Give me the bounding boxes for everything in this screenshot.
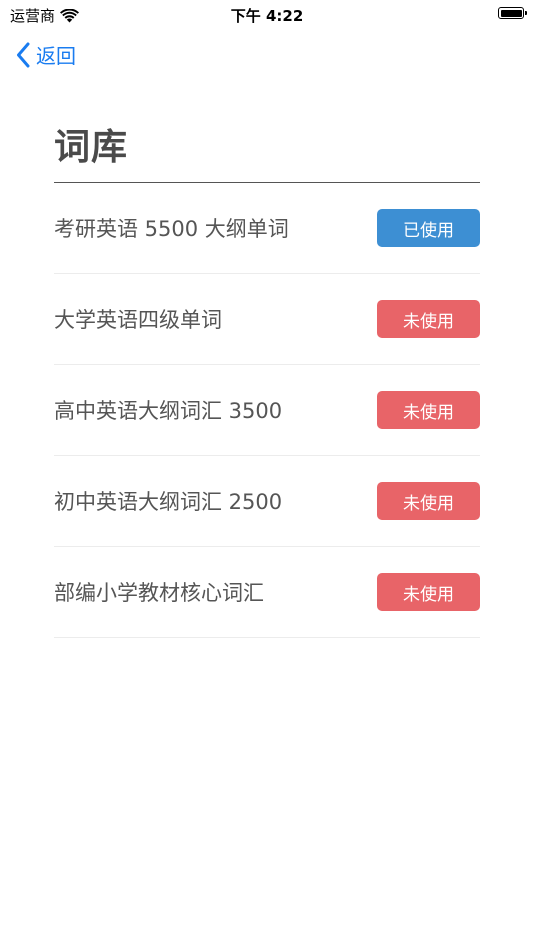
status-button-unused[interactable]: 未使用 [377, 573, 480, 611]
wordbank-name: 部编小学教材核心词汇 [54, 581, 264, 605]
status-button-used[interactable]: 已使用 [377, 209, 480, 247]
status-time: 下午 4:22 [230, 7, 304, 25]
status-button-unused[interactable]: 未使用 [377, 482, 480, 520]
list-item: 考研英语 5500 大纲单词 已使用 [54, 183, 480, 274]
wordbank-name: 大学英语四级单词 [54, 308, 222, 332]
wordbank-list: 考研英语 5500 大纲单词 已使用 大学英语四级单词 未使用 高中英语大纲词汇… [54, 183, 480, 638]
battery-icon [498, 7, 527, 19]
chevron-left-icon [17, 42, 30, 67]
list-item: 大学英语四级单词 未使用 [54, 274, 480, 365]
list-item: 初中英语大纲词汇 2500 未使用 [54, 456, 480, 547]
list-item: 高中英语大纲词汇 3500 未使用 [54, 365, 480, 456]
wordbank-name: 初中英语大纲词汇 2500 [54, 490, 283, 514]
back-label: 返回 [36, 44, 76, 68]
status-button-unused[interactable]: 未使用 [377, 391, 480, 429]
page-title: 词库 [54, 127, 129, 168]
status-button-unused[interactable]: 未使用 [377, 300, 480, 338]
wordbank-name: 高中英语大纲词汇 3500 [54, 399, 283, 423]
back-button[interactable]: 返回 [16, 40, 76, 69]
status-bar: 运营商 下午 4:22 [0, 0, 534, 28]
list-item: 部编小学教材核心词汇 未使用 [54, 547, 480, 638]
wordbank-name: 考研英语 5500 大纲单词 [54, 217, 289, 241]
